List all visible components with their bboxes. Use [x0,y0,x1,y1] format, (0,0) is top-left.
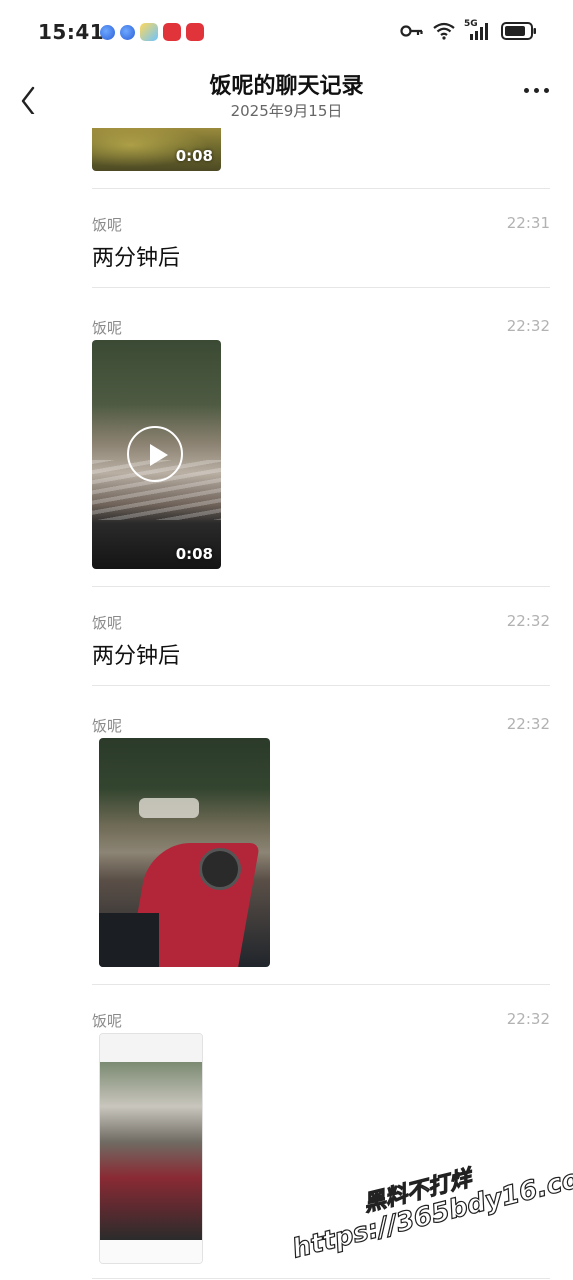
message-divider [92,188,550,189]
message-divider [92,685,550,686]
message-item: 饭呢 22:32 两分钟后 [92,612,550,672]
more-options-button[interactable] [524,88,549,93]
message-text[interactable]: 两分钟后 [92,240,180,272]
message-divider [92,586,550,587]
image-thumbnail[interactable] [99,738,270,967]
sender-name: 饭呢 [92,216,123,234]
message-divider [92,1278,550,1279]
message-time: 22:32 [506,1010,550,1028]
more-dot-icon [534,88,539,93]
message-time: 22:32 [506,612,550,630]
sender-name: 饭呢 [92,717,123,735]
app-blue-icon [100,25,115,40]
key-icon [400,25,423,37]
message-time: 22:32 [506,715,550,733]
chat-history-header: 饭呢的聊天记录 2025年9月15日 [0,66,573,128]
app-red-icon [163,23,181,41]
app-red-icon [186,23,204,41]
page-date: 2025年9月15日 [230,102,343,120]
message-divider [92,287,550,288]
notification-icons [100,23,204,41]
sender-name: 饭呢 [92,319,123,337]
app-weather-icon [140,23,158,41]
cellular-signal-icon: 5G [464,19,492,40]
app-blue-icon [120,25,135,40]
more-dot-icon [544,88,549,93]
battery-icon [501,22,536,40]
message-divider [92,984,550,985]
sender-name: 饭呢 [92,1012,123,1030]
message-text[interactable]: 两分钟后 [92,638,180,670]
wifi-icon [433,22,455,40]
video-thumbnail[interactable]: 0:08 [92,340,221,569]
image-thumbnail[interactable] [99,1033,203,1264]
clock: 15:41 [38,20,105,44]
message-item: 饭呢 22:32 0:08 [92,317,550,572]
message-item: 饭呢 22:32 [92,715,550,970]
status-bar: 15:41 5G [0,0,573,66]
video-duration: 0:08 [175,545,213,563]
sender-name: 饭呢 [92,614,123,632]
video-duration: 0:08 [175,147,213,165]
message-time: 22:31 [506,214,550,232]
message-item: 饭呢 22:31 两分钟后 [92,214,550,274]
video-thumbnail[interactable]: 0:08 [92,128,221,171]
message-time: 22:32 [506,317,550,335]
play-button-icon[interactable] [127,426,183,482]
more-dot-icon [524,88,529,93]
page-title: 饭呢的聊天记录 [209,74,364,99]
